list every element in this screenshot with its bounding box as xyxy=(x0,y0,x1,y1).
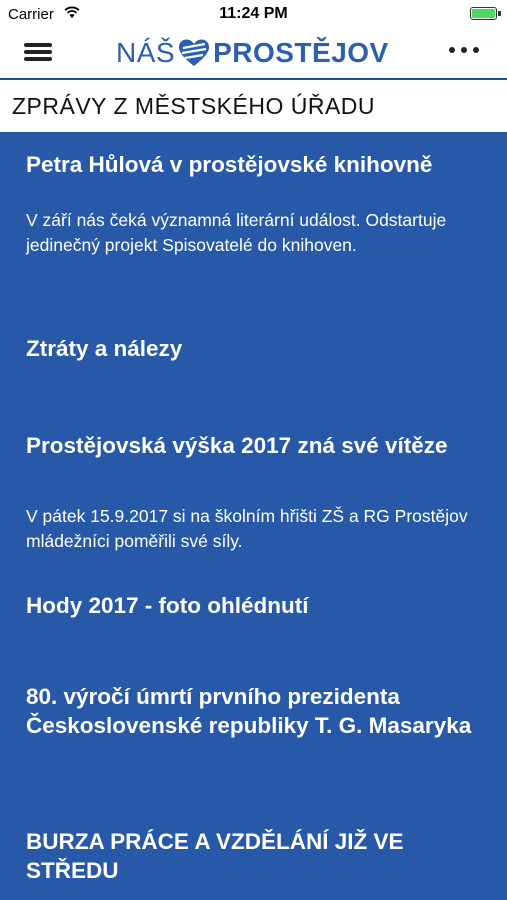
news-description: V pátek 15.9.2017 si na školním hřišti Z… xyxy=(26,506,468,551)
news-title: Petra Hůlová v prostějovské knihovně xyxy=(26,152,433,177)
hamburger-menu-icon[interactable] xyxy=(24,41,52,63)
status-bar: Carrier 11:24 PM xyxy=(0,0,507,28)
news-title: Prostějovská výška 2017 zná své vítěze xyxy=(26,433,448,458)
logo-prefix: NÁŠ xyxy=(116,37,176,68)
navigation-bar: NÁŠ PROSTĚJOV xyxy=(0,28,507,80)
news-title: Hody 2017 - foto ohlédnutí xyxy=(26,593,309,618)
news-item[interactable]: BURZA PRÁCE A VZDĚLÁNÍ JIŽ VE STŘEDU xyxy=(26,827,486,885)
battery-icon xyxy=(470,7,501,20)
news-item[interactable]: Petra Hůlová v prostějovské knihovně V z… xyxy=(26,150,486,255)
section-title: ZPRÁVY Z MĚSTSKÉHO ÚŘADU xyxy=(12,93,376,119)
ellipsis-icon[interactable] xyxy=(449,47,479,57)
news-description: V září nás čeká významná literární událo… xyxy=(26,210,447,255)
news-title: BURZA PRÁCE A VZDĚLÁNÍ JIŽ VE STŘEDU xyxy=(26,829,404,883)
news-item[interactable]: Hody 2017 - foto ohlédnutí xyxy=(26,591,486,620)
news-title: Ztráty a nálezy xyxy=(26,336,183,361)
app-logo: NÁŠ PROSTĚJOV xyxy=(116,36,389,70)
news-title: 80. výročí úmrtí prvního prezidenta Česk… xyxy=(26,684,472,738)
section-header: ZPRÁVY Z MĚSTSKÉHO ÚŘADU xyxy=(0,80,507,132)
news-item[interactable]: 80. výročí úmrtí prvního prezidenta Česk… xyxy=(26,682,486,740)
news-item[interactable]: Ztráty a nálezy xyxy=(26,334,486,363)
logo-name: PROSTĚJOV xyxy=(213,37,389,68)
news-item[interactable]: Prostějovská výška 2017 zná své vítěze V… xyxy=(26,431,486,551)
heart-logo-icon xyxy=(179,39,210,66)
status-time: 11:24 PM xyxy=(219,5,288,22)
